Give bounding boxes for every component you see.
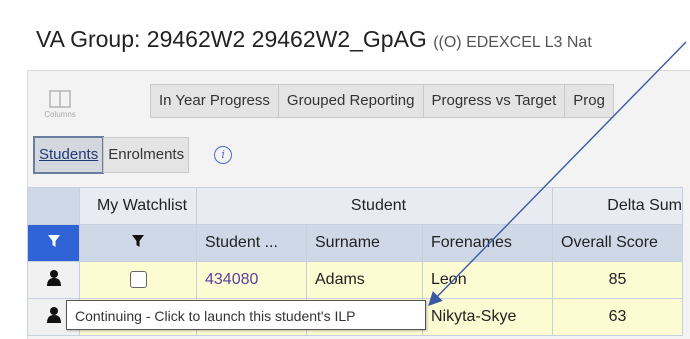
tab-progress-vs-target[interactable]: Progress vs Target [422, 84, 566, 118]
watchlist-header: My Watchlist [79, 187, 197, 225]
columns-icon [49, 90, 71, 108]
group-title: VA Group: 29462W2 29462W2_GpAG [36, 26, 427, 52]
report-tabs: In Year Progress Grouped Reporting Progr… [150, 84, 614, 118]
empty-header [27, 187, 80, 225]
qualification-label: ((O) EDEXCEL L3 Nat [433, 34, 592, 51]
watchlist-filter[interactable] [79, 224, 197, 262]
student-status-cell[interactable] [27, 261, 80, 299]
page-title: VA Group: 29462W2 29462W2_GpAG ((O) EDEX… [36, 26, 592, 53]
forenames-cell: Nikyta-Skye [422, 298, 553, 336]
filter-icon [132, 234, 144, 247]
surname-cell: Adams [306, 261, 423, 299]
forenames-cell: Leon [422, 261, 553, 299]
tab-enrolments[interactable]: Enrolments [103, 137, 190, 173]
tab-in-year-progress[interactable]: In Year Progress [150, 84, 279, 118]
student-id-cell[interactable]: 434080 [196, 261, 307, 299]
column-header-forenames[interactable]: Forenames [422, 224, 553, 262]
column-header-student-id[interactable]: Student ... [196, 224, 307, 262]
group-header-row: My Watchlist Student Delta Sum [27, 187, 683, 225]
tab-grouped-reporting[interactable]: Grouped Reporting [277, 84, 424, 118]
tab-prog[interactable]: Prog [564, 84, 614, 118]
watchlist-checkbox[interactable] [129, 271, 147, 289]
watchlist-cell [79, 261, 197, 299]
person-icon [46, 306, 61, 323]
info-icon[interactable]: i [214, 146, 233, 164]
column-header-row: Student ... Surname Forenames Overall Sc… [27, 224, 683, 262]
column-header-overall-score[interactable]: Overall Score [552, 224, 683, 262]
view-subtabs: Students Enrolments i [33, 136, 233, 174]
student-group-header: Student [196, 187, 553, 225]
columns-label: Columns [44, 110, 76, 119]
filter-toggle[interactable] [27, 224, 80, 262]
tab-students[interactable]: Students [33, 136, 105, 174]
ilp-tooltip: Continuing - Click to launch this studen… [66, 300, 426, 330]
column-header-surname[interactable]: Surname [306, 224, 423, 262]
person-icon [46, 269, 61, 286]
overall-score-cell: 63 [552, 298, 683, 336]
filter-icon [47, 234, 60, 247]
delta-summary-header: Delta Sum [552, 187, 683, 225]
columns-button[interactable]: Columns [30, 90, 90, 126]
overall-score-cell: 85 [552, 261, 683, 299]
table-row[interactable]: 434080 Adams Leon 85 [27, 261, 683, 299]
page: VA Group: 29462W2 29462W2_GpAG ((O) EDEX… [0, 0, 690, 339]
